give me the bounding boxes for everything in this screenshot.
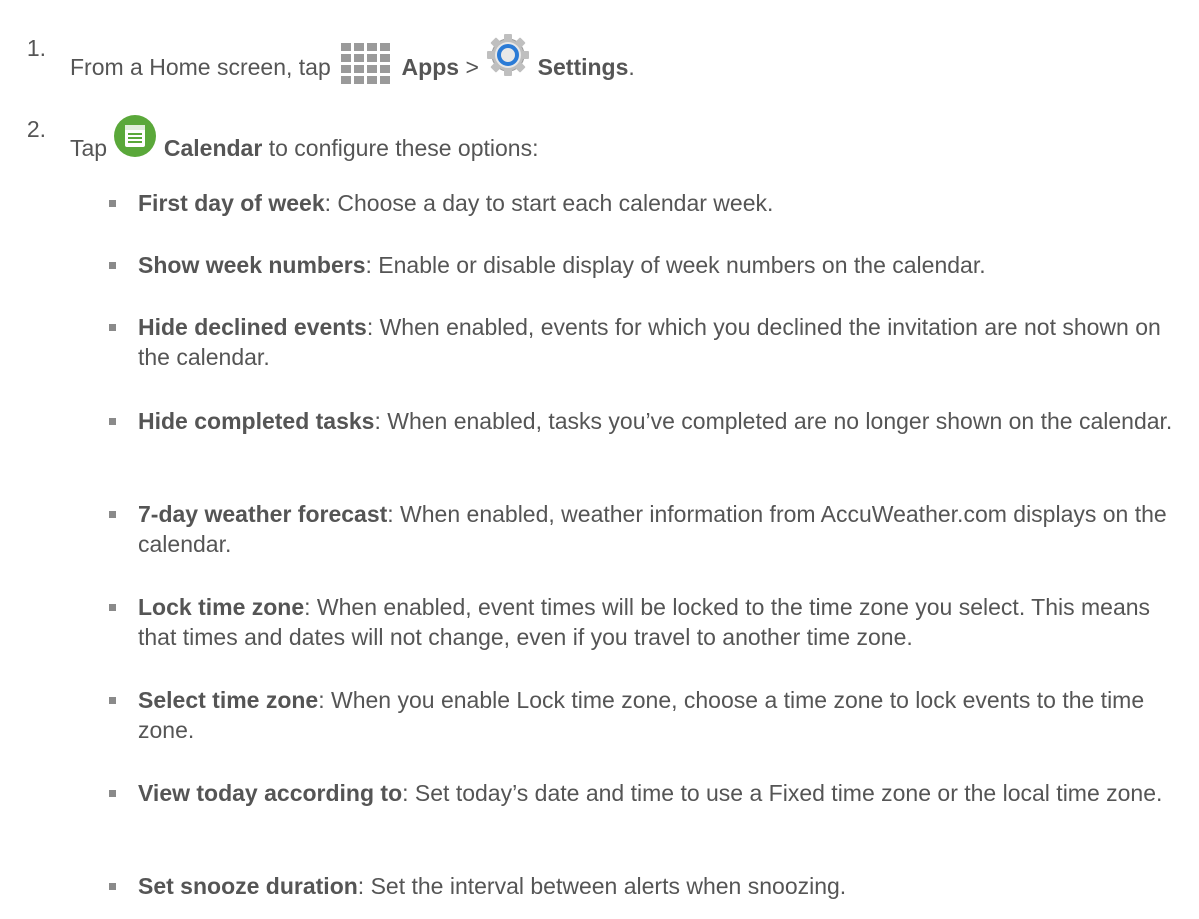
bullet-icon: [109, 697, 116, 704]
calendar-label: Calendar: [163, 135, 263, 161]
option-term: First day of week: [138, 190, 325, 216]
separator: >: [465, 54, 479, 80]
list-item-text: Lock time zone: When enabled, event time…: [138, 592, 1193, 652]
calendar-app-icon: [113, 114, 157, 169]
list-item-text: 7-day weather forecast: When enabled, we…: [138, 499, 1193, 559]
bullet-icon: [109, 262, 116, 269]
list-item-text: Show week numbers: Enable or disable dis…: [138, 250, 1193, 280]
bullet-icon: [109, 418, 116, 425]
list-item-text: Hide declined events: When enabled, even…: [138, 312, 1193, 372]
option-desc: : When enabled, tasks you’ve completed a…: [374, 408, 1173, 434]
option-term: Select time zone: [138, 687, 319, 713]
option-desc: : Choose a day to start each calendar we…: [324, 190, 774, 216]
option-desc: : Set the interval between alerts when s…: [357, 873, 847, 899]
option-desc: : Enable or disable display of week numb…: [365, 252, 986, 278]
bullet-icon: [109, 511, 116, 518]
option-term: Hide completed tasks: [138, 408, 375, 434]
option-term: Hide declined events: [138, 314, 367, 340]
apps-grid-icon: [337, 41, 395, 88]
bullet-icon: [109, 200, 116, 207]
step-text: From a Home screen, tap Apps > Settings.: [70, 33, 635, 88]
settings-gear-icon: [485, 33, 531, 88]
list-item-text: Select time zone: When you enable Lock t…: [138, 685, 1193, 745]
step-trailing-text: to configure these options:: [268, 135, 539, 161]
step-intro-text: From a Home screen, tap: [70, 54, 331, 80]
list-item-text: Set snooze duration: Set the interval be…: [138, 871, 1193, 901]
option-term: Show week numbers: [138, 252, 366, 278]
option-term: View today according to: [138, 780, 403, 806]
option-term: Set snooze duration: [138, 873, 358, 899]
step-text: Tap Calendar to configure these options:: [70, 114, 539, 169]
option-desc: : Set today’s date and time to use a Fix…: [402, 780, 1163, 806]
settings-label: Settings: [537, 54, 629, 80]
step-number: 1.: [26, 35, 46, 61]
step-end: .: [628, 54, 635, 80]
list-item-text: View today according to: Set today’s dat…: [138, 778, 1193, 808]
list-item-text: Hide completed tasks: When enabled, task…: [138, 406, 1193, 436]
apps-label: Apps: [401, 54, 460, 80]
option-term: Lock time zone: [138, 594, 305, 620]
bullet-icon: [109, 604, 116, 611]
step-number: 2.: [26, 116, 46, 142]
bullet-icon: [109, 883, 116, 890]
step-intro-text: Tap: [70, 135, 108, 161]
bullet-icon: [109, 790, 116, 797]
list-item-text: First day of week: Choose a day to start…: [138, 188, 1193, 218]
option-term: 7-day weather forecast: [138, 501, 388, 527]
bullet-icon: [109, 324, 116, 331]
